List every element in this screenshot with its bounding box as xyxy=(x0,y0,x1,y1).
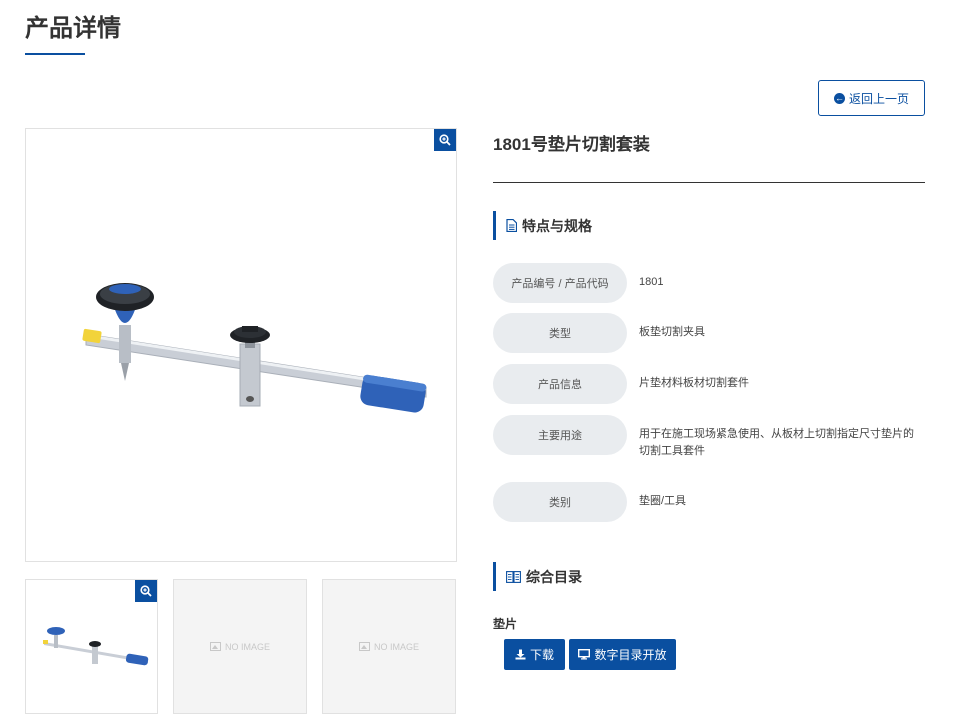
image-placeholder-icon xyxy=(209,642,221,651)
spec-value: 垫圈/工具 xyxy=(639,495,687,507)
thumbnail-2[interactable]: NO IMAGE xyxy=(173,579,307,714)
divider xyxy=(493,182,925,183)
spec-value-line: 用于在施工现场紧急使用、从板材上切割指定尺寸垫片的 xyxy=(639,428,914,440)
spec-row: 产品信息 片垫材料板材切割套件 xyxy=(493,364,925,404)
monitor-icon xyxy=(578,649,591,660)
thumbnail-1[interactable] xyxy=(25,579,158,714)
spec-value: 片垫材料板材切割套件 xyxy=(639,377,749,389)
download-button[interactable]: 下载 xyxy=(504,639,565,670)
zoom-in-button[interactable] xyxy=(434,129,456,151)
image-placeholder-icon xyxy=(358,642,370,651)
specs-heading-label: 特点与规格 xyxy=(522,217,592,234)
digital-catalog-button[interactable]: 数字目录开放 xyxy=(569,639,676,670)
no-image-label: NO IMAGE xyxy=(373,641,419,652)
spec-label: 产品信息 xyxy=(493,364,627,404)
spec-row: 主要用途 用于在施工现场紧急使用、从板材上切割指定尺寸垫片的 切割工具套件 xyxy=(493,415,925,460)
back-button-label: 返回上一页 xyxy=(848,91,909,106)
page-title: 产品详情 xyxy=(25,15,121,42)
product-name: 1801号垫片切割套装 xyxy=(493,135,650,154)
spec-value-line: 切割工具套件 xyxy=(639,445,705,457)
back-button[interactable]: ← 返回上一页 xyxy=(818,80,925,116)
spec-label: 主要用途 xyxy=(493,415,627,455)
catalog-item-label: 垫片 xyxy=(493,617,518,631)
spec-value: 1801 xyxy=(639,276,664,288)
catalog-heading: 综合目录 xyxy=(493,562,582,591)
catalog-heading-label: 综合目录 xyxy=(526,568,582,585)
spec-row: 类别 垫圈/工具 xyxy=(493,482,925,522)
thumbnail-3[interactable]: NO IMAGE xyxy=(322,579,456,714)
spec-label: 类型 xyxy=(493,313,627,353)
spec-row: 产品编号 / 产品代码 1801 xyxy=(493,263,925,303)
spec-row: 类型 板垫切割夹具 xyxy=(493,313,925,353)
title-underline xyxy=(25,53,85,55)
digital-catalog-button-label: 数字目录开放 xyxy=(594,648,667,662)
zoom-in-icon xyxy=(140,585,152,597)
download-button-label: 下载 xyxy=(529,648,554,662)
no-image-label: NO IMAGE xyxy=(224,641,270,652)
spec-label: 产品编号 / 产品代码 xyxy=(493,263,627,303)
spec-label: 类别 xyxy=(493,482,627,522)
arrow-left-circle-icon: ← xyxy=(833,92,845,104)
specs-heading: 特点与规格 xyxy=(493,211,592,240)
zoom-in-icon xyxy=(439,134,451,146)
spec-value: 用于在施工现场紧急使用、从板材上切割指定尺寸垫片的 切割工具套件 xyxy=(639,415,914,460)
download-icon xyxy=(515,649,526,660)
gasket-cutter-illustration xyxy=(82,283,427,413)
thumbnail-zoom-button[interactable] xyxy=(135,580,157,602)
spec-value: 板垫切割夹具 xyxy=(639,326,705,338)
book-icon xyxy=(506,570,521,583)
main-product-image[interactable] xyxy=(25,128,457,562)
document-icon xyxy=(506,219,517,232)
